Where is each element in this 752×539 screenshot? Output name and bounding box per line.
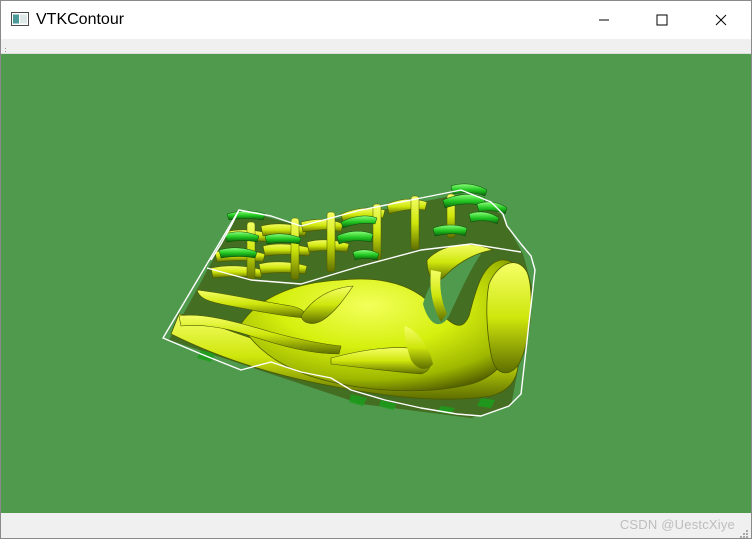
toolbar-grip-icon[interactable] <box>5 42 8 52</box>
minimize-icon <box>598 14 610 26</box>
maximize-button[interactable] <box>639 1 685 39</box>
contour-surface-render <box>162 183 536 418</box>
minimize-button[interactable] <box>581 1 627 39</box>
title-bar[interactable]: VTKContour <box>1 1 751 39</box>
watermark-text: CSDN @UestcXiye <box>619 517 735 532</box>
toolbar-strip <box>1 39 751 54</box>
application-window: VTKContour CSDN @UestcXiye <box>0 0 752 539</box>
window-app-icon <box>11 12 29 26</box>
close-icon <box>715 14 727 26</box>
vtk-render-viewport[interactable] <box>1 54 751 513</box>
resize-grip-icon[interactable] <box>739 526 749 538</box>
close-button[interactable] <box>698 1 744 39</box>
window-title: VTKContour <box>36 11 125 28</box>
maximize-icon <box>656 14 668 26</box>
